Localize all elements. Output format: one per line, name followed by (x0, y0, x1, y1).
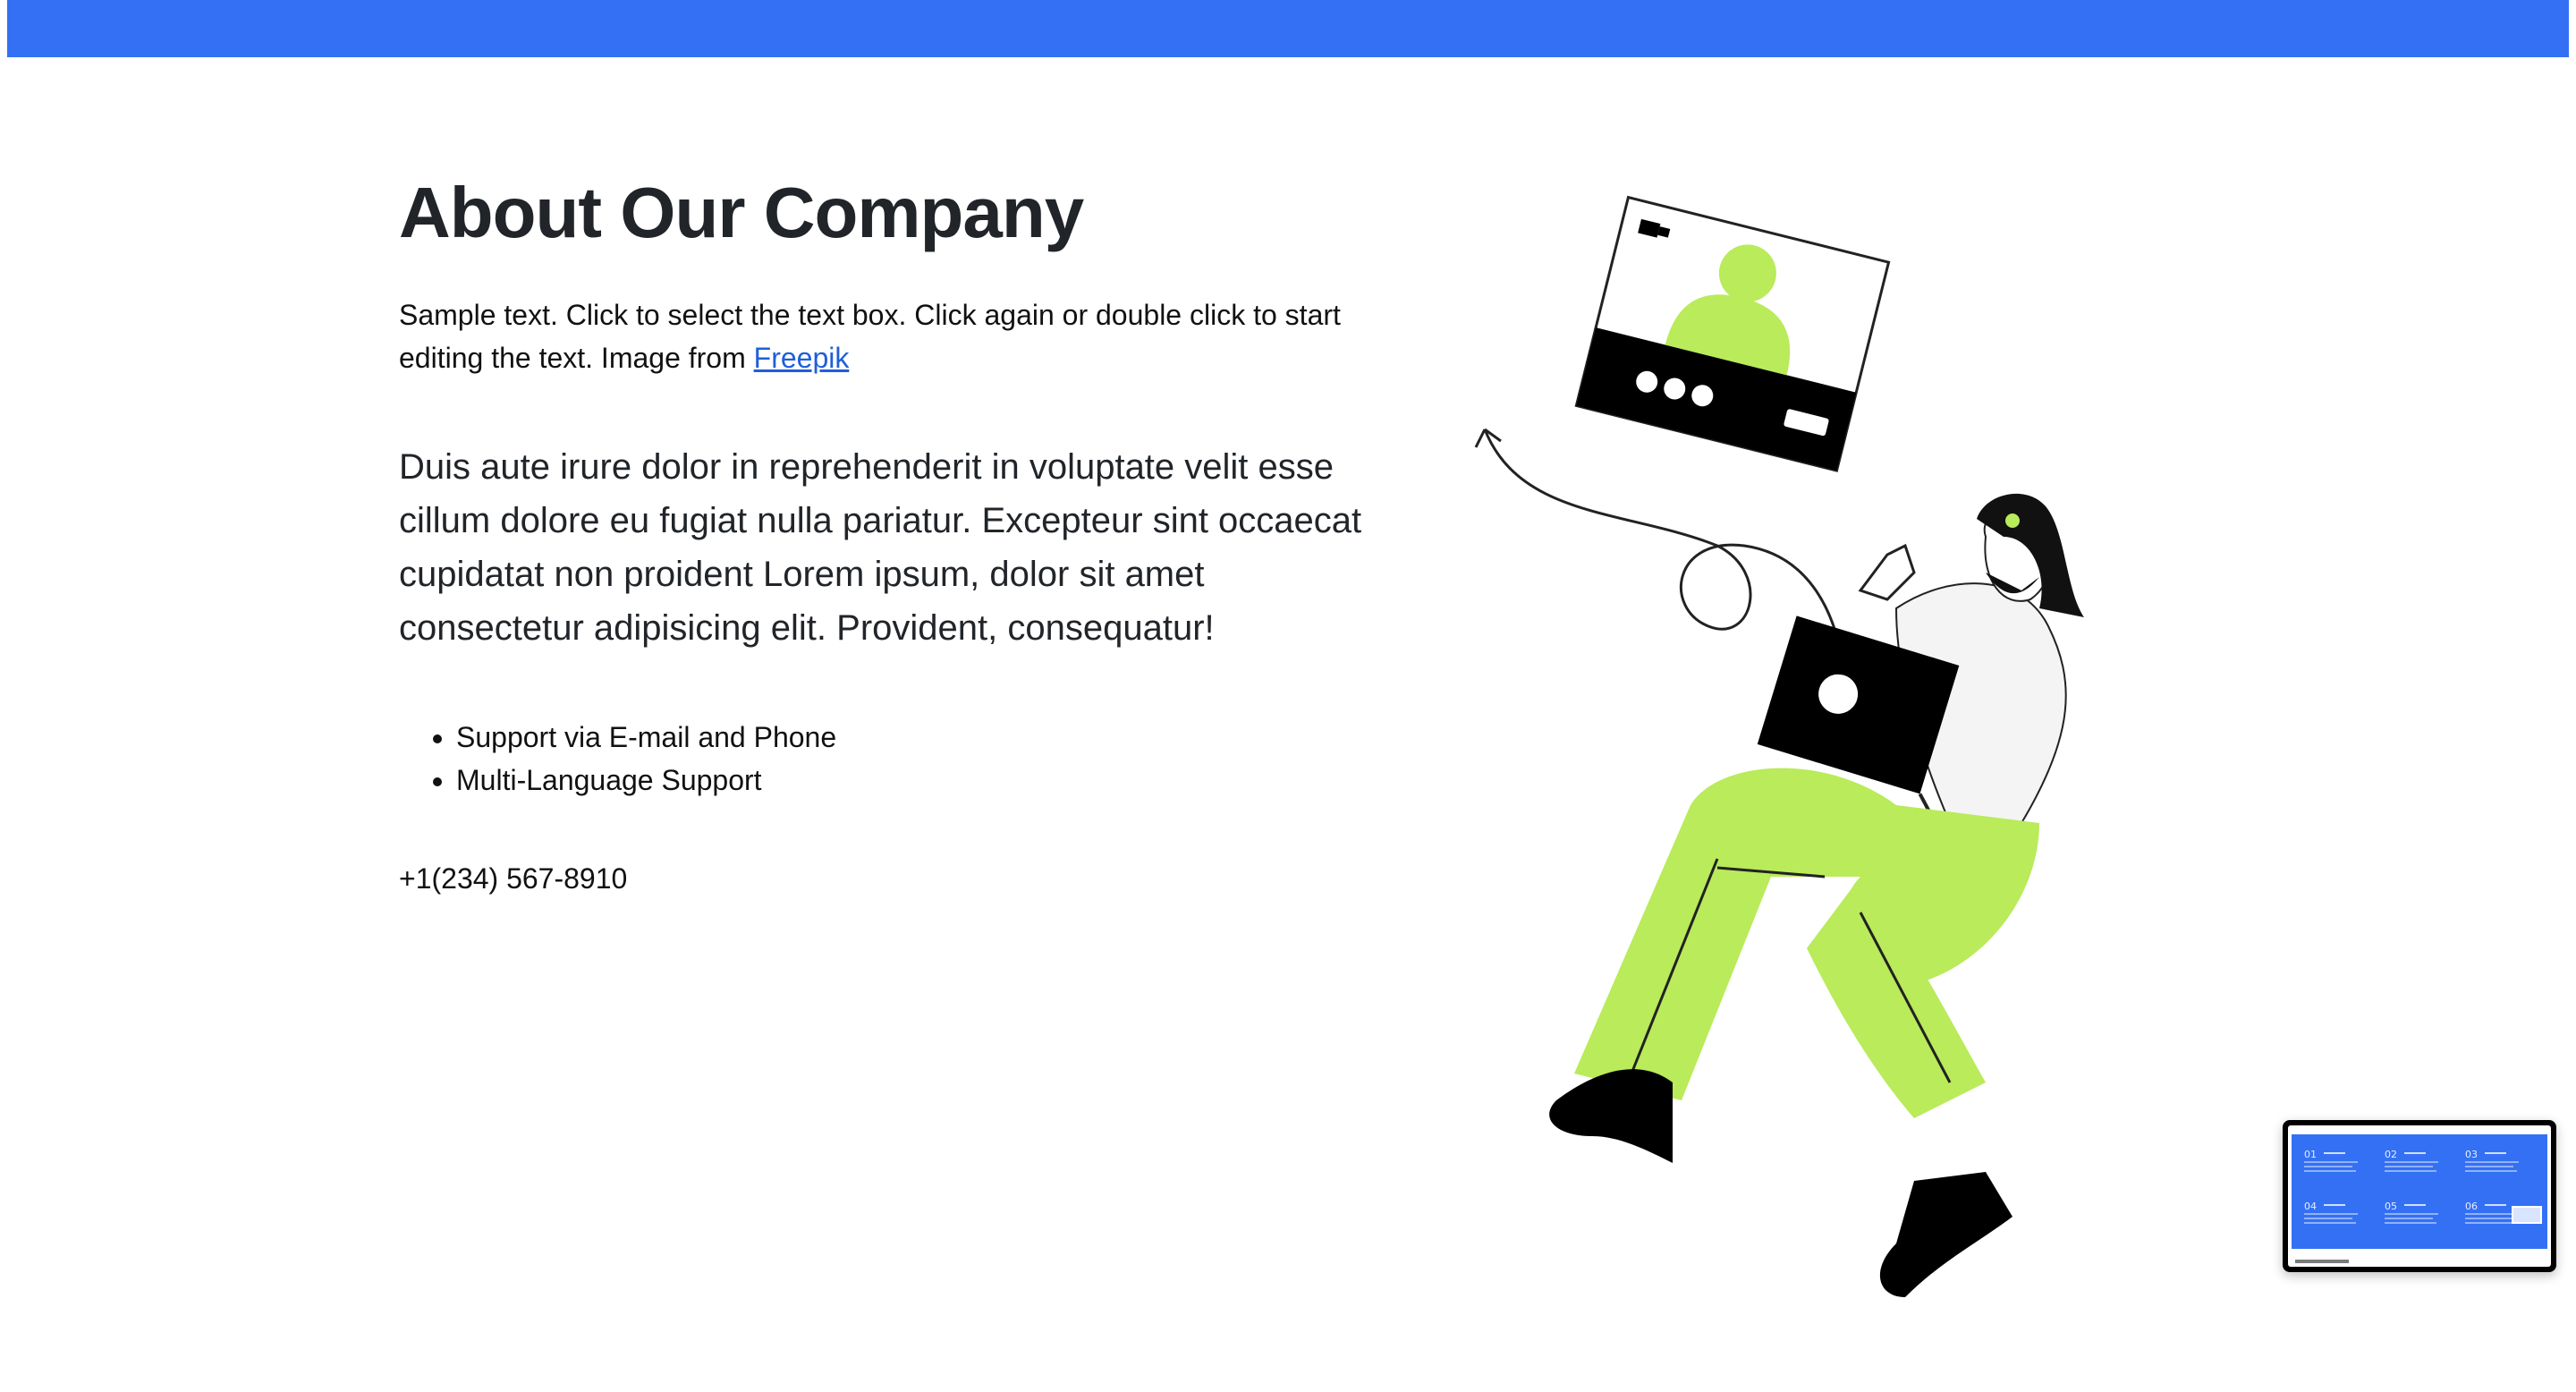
video-call-window (1574, 195, 1891, 472)
preview-number: 02 (2385, 1149, 2397, 1160)
feature-item: Support via E-mail and Phone (456, 716, 1392, 759)
top-bar (7, 0, 2569, 57)
sample-text-body: Sample text. Click to select the text bo… (399, 299, 1341, 374)
preview-number: 01 (2304, 1149, 2317, 1160)
preview-number: 03 (2465, 1149, 2478, 1160)
page-preview-thumbnail[interactable]: 01 02 03 04 05 06 (2283, 1120, 2556, 1272)
feature-item: Multi-Language Support (456, 759, 1392, 802)
about-section: About Our Company Sample text. Click to … (399, 170, 1392, 900)
page-title: About Our Company (399, 173, 1084, 252)
preview-number: 06 (2465, 1201, 2478, 1212)
preview-blue-section: 01 02 03 04 05 06 (2292, 1134, 2547, 1249)
person-with-laptop-illustration (1449, 179, 2147, 1342)
phone-number: +1(234) 567-8910 (399, 862, 628, 895)
sample-text: Sample text. Click to select the text bo… (399, 293, 1392, 379)
lead-paragraph: Duis aute irure dolor in reprehenderit i… (399, 447, 1362, 648)
preview-content: 01 02 03 04 05 06 (2288, 1125, 2551, 1267)
feature-list: Support via E-mail and Phone Multi-Langu… (399, 716, 1392, 802)
preview-screen-icon (2512, 1206, 2542, 1224)
preview-number: 04 (2304, 1201, 2317, 1212)
freepik-link[interactable]: Freepik (754, 342, 850, 374)
preview-bottom-text (2295, 1260, 2349, 1263)
preview-number: 05 (2385, 1201, 2397, 1212)
